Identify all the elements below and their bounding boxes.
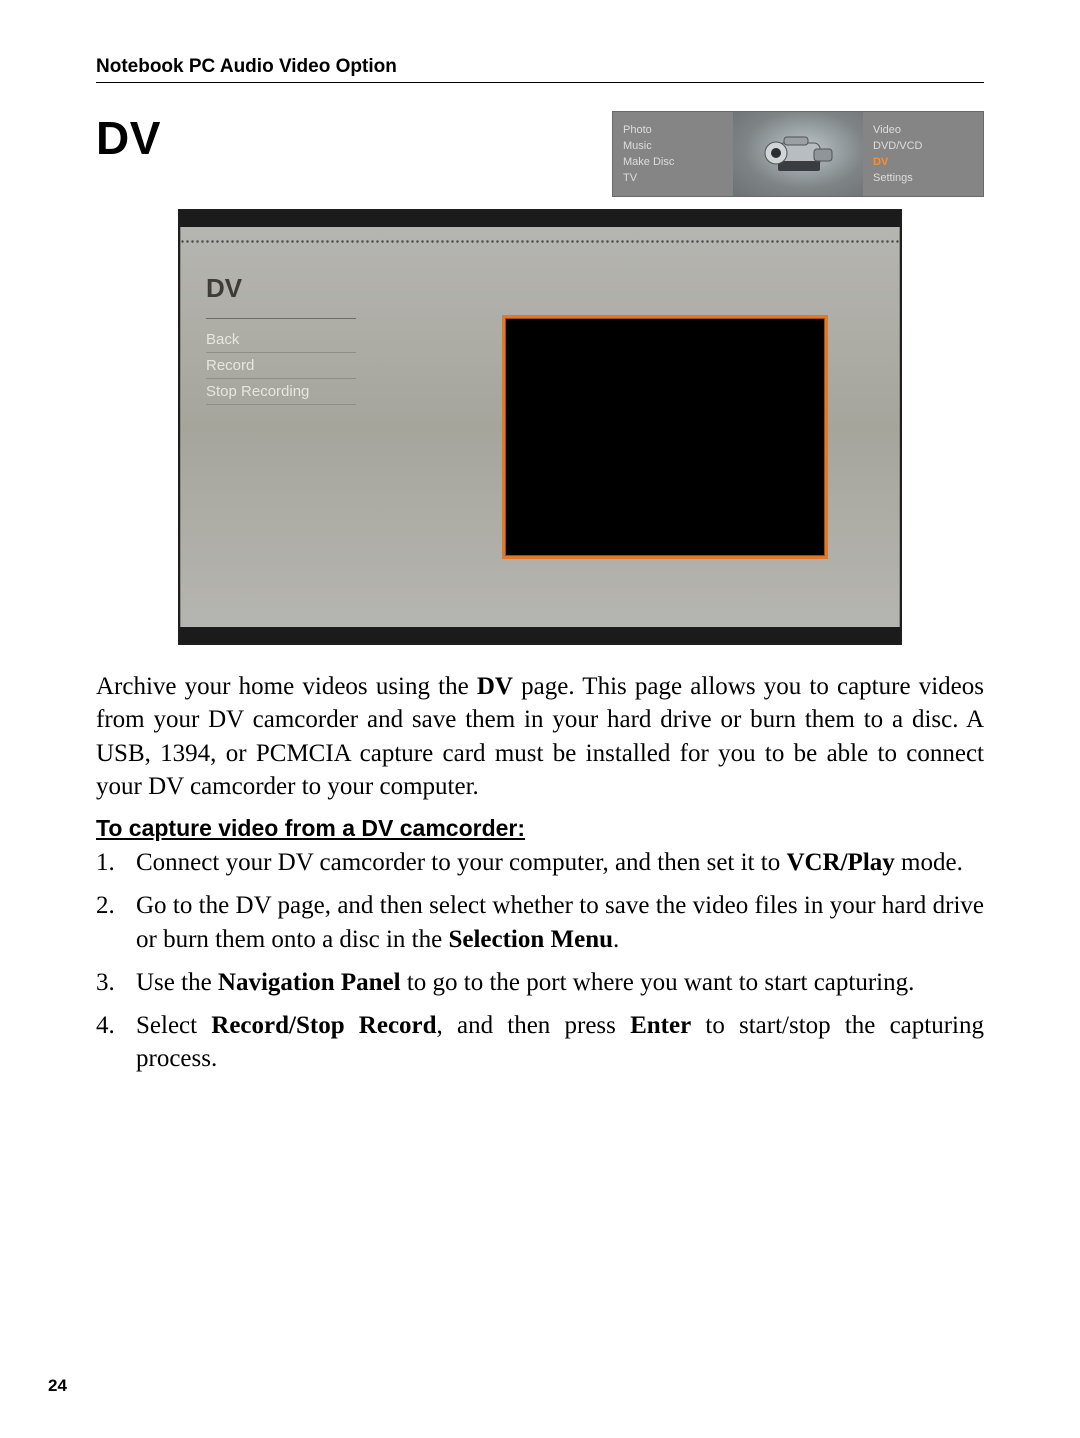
text: Select xyxy=(136,1012,211,1039)
decorative-dots xyxy=(180,239,900,245)
text: Archive your home videos using the xyxy=(96,673,477,700)
step-1: Connect your DV camcorder to your comput… xyxy=(96,846,984,879)
bold-text: Enter xyxy=(630,1012,691,1039)
page-number: 24 xyxy=(48,1376,67,1396)
banner-left-column: Photo Music Make Disc TV xyxy=(613,112,733,196)
banner-item-tv[interactable]: TV xyxy=(623,171,723,185)
page-title: DV xyxy=(96,111,161,165)
banner-right-column: Video DVD/VCD DV Settings xyxy=(863,112,983,196)
step-2: Go to the DV page, and then select wheth… xyxy=(96,889,984,956)
text: Use the xyxy=(136,969,218,996)
steps-list: Connect your DV camcorder to your comput… xyxy=(96,846,984,1076)
bold-text: VCR/Play xyxy=(786,849,894,876)
sidebar-item-stop-recording[interactable]: Stop Recording xyxy=(206,379,356,405)
video-preview xyxy=(502,315,828,559)
banner-item-dvdvcd[interactable]: DVD/VCD xyxy=(873,139,973,153)
title-row: DV Photo Music Make Disc TV xyxy=(96,111,984,197)
bold-text: Selection Menu xyxy=(448,926,613,953)
screenshot-sidebar: DV Back Record Stop Recording xyxy=(206,273,356,405)
sidebar-item-back[interactable]: Back xyxy=(206,327,356,353)
banner-item-photo[interactable]: Photo xyxy=(623,123,723,137)
bold-text: DV xyxy=(477,673,513,700)
banner-item-settings[interactable]: Settings xyxy=(873,171,973,185)
step-3: Use the Navigation Panel to go to the po… xyxy=(96,966,984,999)
app-screenshot: DV Back Record Stop Recording xyxy=(178,209,902,645)
banner-item-dv[interactable]: DV xyxy=(873,155,973,169)
text: mode. xyxy=(895,849,963,876)
text: Connect your DV camcorder to your comput… xyxy=(136,849,786,876)
menu-banner: Photo Music Make Disc TV xyxy=(612,111,984,197)
step-4: Select Record/Stop Record, and then pres… xyxy=(96,1009,984,1076)
text: , and then press xyxy=(437,1012,631,1039)
text: to go to the port where you want to star… xyxy=(401,969,915,996)
sidebar-item-record[interactable]: Record xyxy=(206,353,356,379)
banner-item-music[interactable]: Music xyxy=(623,139,723,153)
sidebar-title: DV xyxy=(206,273,356,308)
banner-item-make-disc[interactable]: Make Disc xyxy=(623,155,723,169)
banner-image xyxy=(733,112,863,196)
text: . xyxy=(613,926,619,953)
subheading: To capture video from a DV camcorder: xyxy=(96,815,984,842)
camcorder-icon xyxy=(756,129,840,179)
manual-page: Notebook PC Audio Video Option DV Photo … xyxy=(0,0,1080,1438)
bold-text: Record/Stop Record xyxy=(211,1012,436,1039)
bold-text: Navigation Panel xyxy=(218,969,401,996)
divider xyxy=(206,318,356,319)
intro-paragraph: Archive your home videos using the DV pa… xyxy=(96,670,984,803)
banner-item-video[interactable]: Video xyxy=(873,123,973,137)
running-header: Notebook PC Audio Video Option xyxy=(96,56,984,83)
